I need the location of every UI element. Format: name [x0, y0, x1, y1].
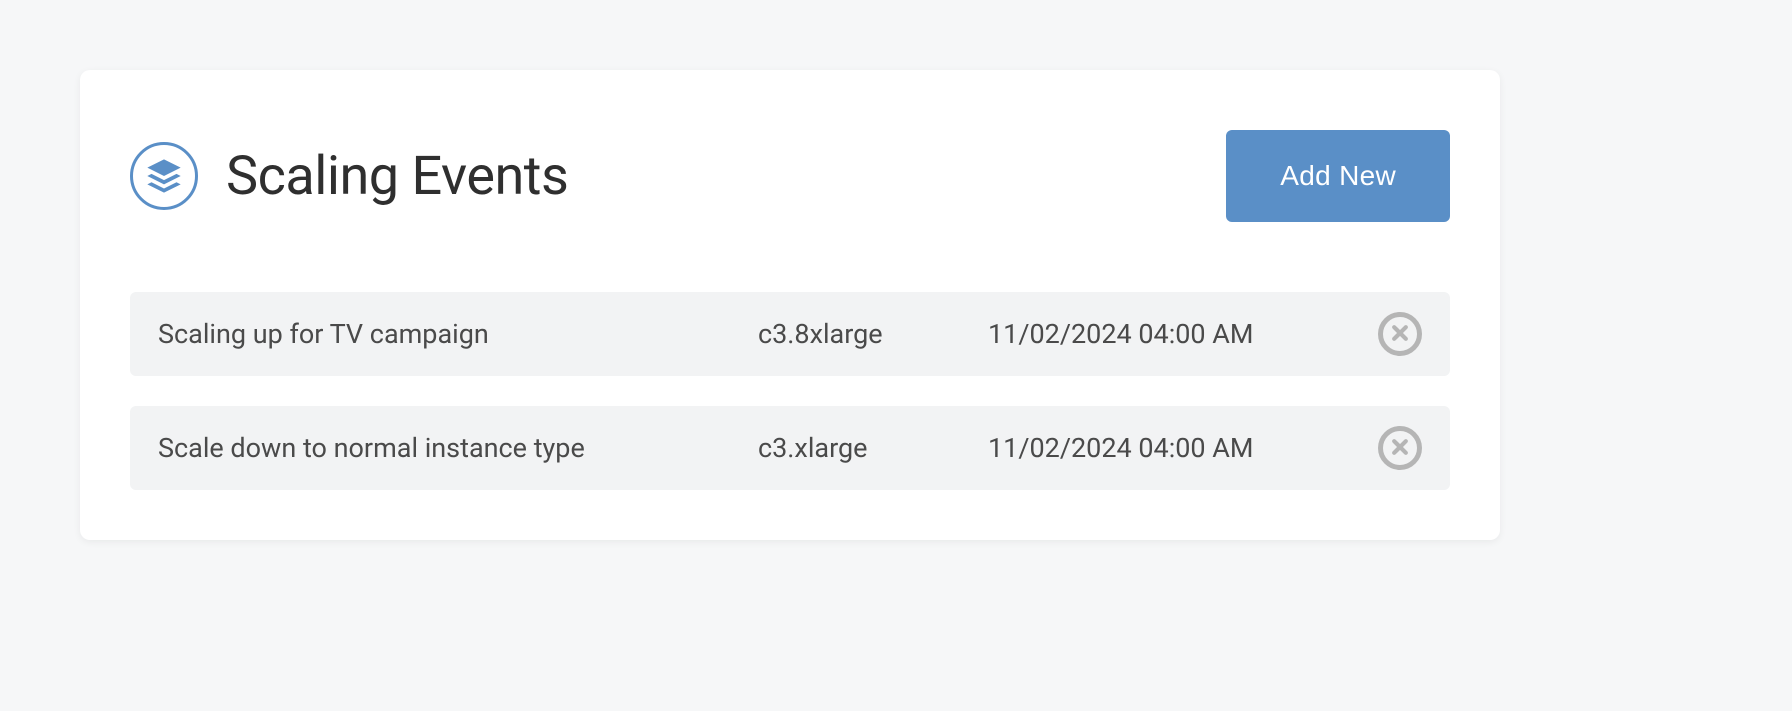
- event-instance-type: c3.xlarge: [758, 432, 978, 464]
- header-left: Scaling Events: [130, 142, 568, 210]
- add-new-button[interactable]: Add New: [1226, 130, 1450, 222]
- event-row: Scaling up for TV campaign c3.8xlarge 11…: [130, 292, 1450, 376]
- layers-icon: [130, 142, 198, 210]
- close-icon: [1390, 437, 1410, 460]
- event-description: Scale down to normal instance type: [158, 432, 748, 464]
- panel-header: Scaling Events Add New: [130, 130, 1450, 222]
- close-icon: [1390, 323, 1410, 346]
- panel-title: Scaling Events: [226, 145, 568, 208]
- event-list: Scaling up for TV campaign c3.8xlarge 11…: [130, 292, 1450, 490]
- event-row: Scale down to normal instance type c3.xl…: [130, 406, 1450, 490]
- event-description: Scaling up for TV campaign: [158, 318, 748, 350]
- delete-event-button[interactable]: [1378, 312, 1422, 356]
- scaling-events-panel: Scaling Events Add New Scaling up for TV…: [80, 70, 1500, 540]
- event-instance-type: c3.8xlarge: [758, 318, 978, 350]
- event-scheduled-time: 11/02/2024 04:00 AM: [988, 432, 1368, 464]
- delete-event-button[interactable]: [1378, 426, 1422, 470]
- event-scheduled-time: 11/02/2024 04:00 AM: [988, 318, 1368, 350]
